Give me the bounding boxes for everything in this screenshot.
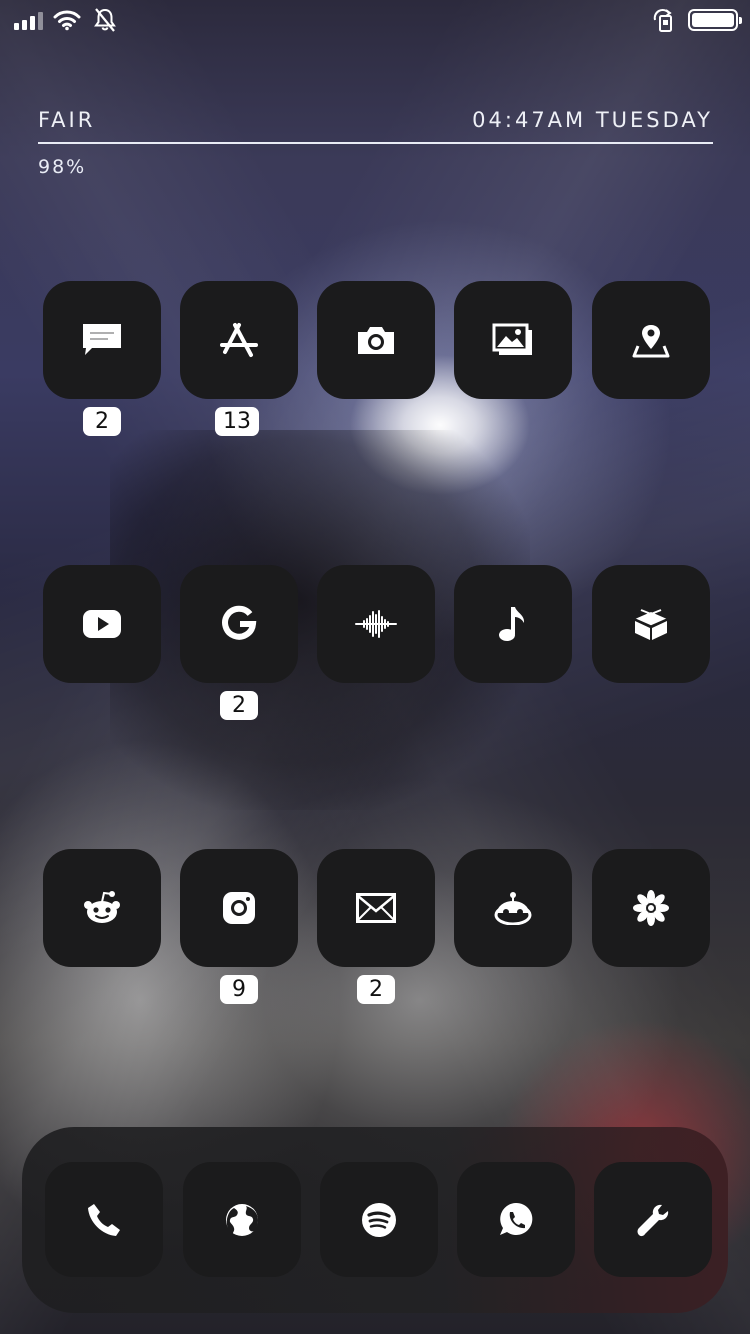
app-camera[interactable]	[317, 281, 435, 399]
badge-instagram: 9	[220, 975, 258, 1004]
badge-messages: 2	[83, 407, 121, 436]
widget-divider	[38, 142, 713, 144]
app-youtube[interactable]	[43, 565, 161, 683]
badge-mail: 2	[357, 975, 395, 1004]
info-widget: FAIR 04:47AM TUESDAY 98%	[38, 108, 713, 178]
dock-whatsapp[interactable]	[457, 1162, 575, 1277]
cydia-box-icon	[634, 609, 668, 640]
waveform-icon	[355, 610, 397, 638]
robot-icon	[494, 892, 532, 925]
dock-spotify[interactable]	[320, 1162, 438, 1277]
badge-app-store: 13	[215, 407, 259, 436]
app-store-icon	[220, 323, 258, 357]
weather-condition: FAIR	[38, 108, 96, 132]
app-flower[interactable]	[592, 849, 710, 967]
app-mail[interactable]	[317, 849, 435, 967]
badge-google: 2	[220, 691, 258, 720]
dock-browser[interactable]	[183, 1162, 301, 1277]
dock-settings[interactable]	[594, 1162, 712, 1277]
bell-slash-icon	[94, 8, 116, 32]
phone-icon	[88, 1203, 120, 1236]
message-icon	[83, 324, 121, 355]
mail-icon	[356, 893, 396, 923]
google-icon	[222, 605, 257, 640]
wrench-icon	[637, 1204, 669, 1236]
app-voice-memos[interactable]	[317, 565, 435, 683]
app-cydia[interactable]	[592, 565, 710, 683]
battery-percentage: 98%	[38, 156, 87, 178]
app-apollo[interactable]	[454, 849, 572, 967]
app-google[interactable]	[180, 565, 298, 683]
cellular-signal-icon	[14, 10, 43, 30]
rotation-lock-icon	[653, 9, 672, 32]
app-music[interactable]	[454, 565, 572, 683]
wifi-icon	[53, 10, 81, 31]
app-photos[interactable]	[454, 281, 572, 399]
youtube-icon	[83, 610, 121, 638]
photos-icon	[492, 323, 532, 355]
reddit-icon	[84, 891, 120, 923]
battery-full-icon	[688, 9, 742, 31]
app-messages[interactable]	[43, 281, 161, 399]
map-pin-icon	[632, 325, 670, 358]
app-maps[interactable]	[592, 281, 710, 399]
app-reddit[interactable]	[43, 849, 161, 967]
camera-icon	[358, 327, 394, 354]
globe-icon	[226, 1203, 258, 1236]
time-day: 04:47AM TUESDAY	[472, 108, 713, 132]
instagram-icon	[223, 892, 255, 924]
spotify-icon	[362, 1202, 396, 1237]
app-instagram[interactable]	[180, 849, 298, 967]
dock-phone[interactable]	[45, 1162, 163, 1277]
status-bar	[0, 0, 750, 40]
music-note-icon	[499, 607, 525, 641]
whatsapp-icon	[500, 1202, 533, 1235]
app-app-store[interactable]	[180, 281, 298, 399]
flower-icon	[633, 890, 669, 926]
